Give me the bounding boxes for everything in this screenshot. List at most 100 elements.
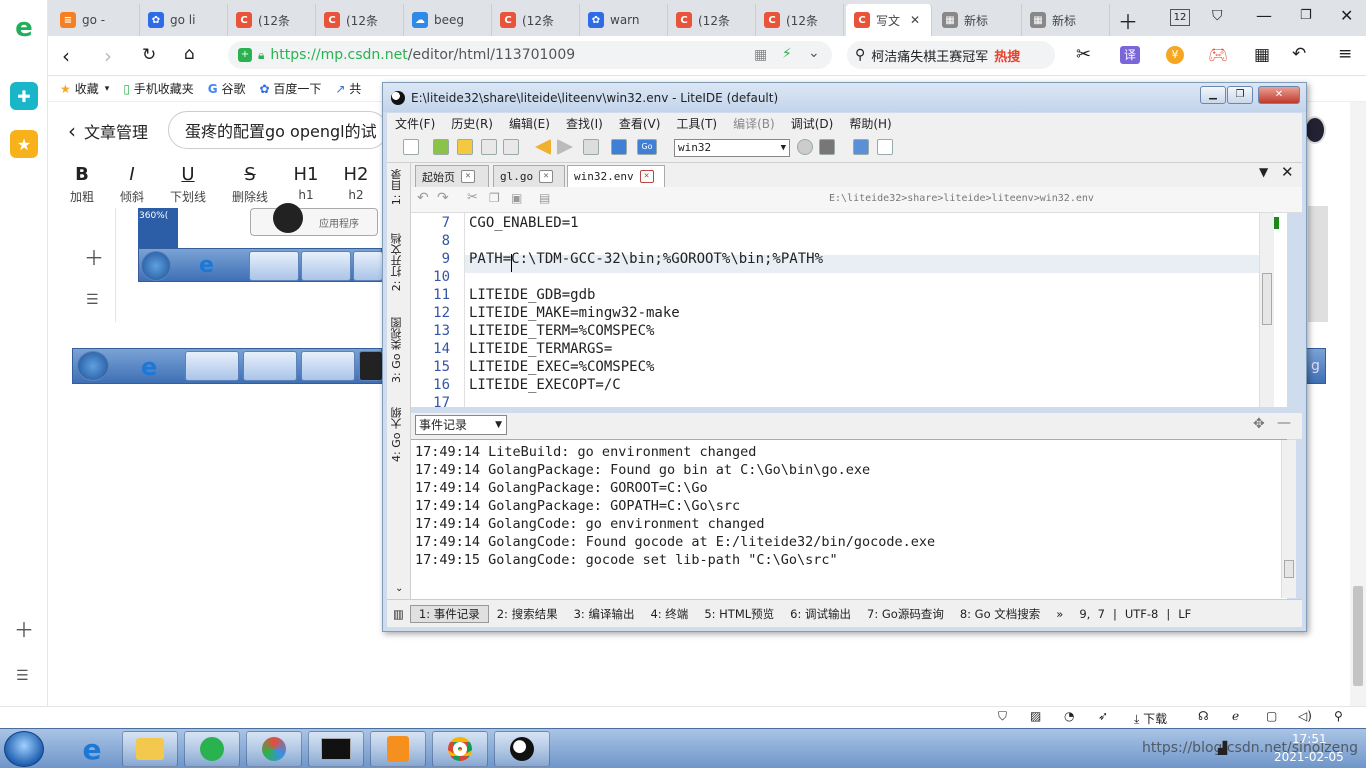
menu-tools[interactable]: 工具(T): [668, 115, 725, 132]
tab-3[interactable]: C (12条: [228, 4, 316, 36]
article-manage-link[interactable]: 文章管理: [84, 119, 148, 143]
taskbar-liteide[interactable]: [494, 731, 550, 767]
env-edit-icon[interactable]: [819, 139, 835, 155]
menu-build[interactable]: 编译(B): [725, 115, 783, 132]
game-icon[interactable]: 🎮︎: [1208, 45, 1228, 64]
volume-icon[interactable]: ◁): [1298, 709, 1312, 723]
add-block-icon[interactable]: ＋: [84, 242, 104, 271]
translate-icon[interactable]: 译: [1120, 46, 1140, 64]
address-bar[interactable]: + 🔒︎ https://mp.csdn.net/editor/html/113…: [228, 41, 832, 69]
tabs-dropdown-icon[interactable]: ▼: [1259, 165, 1268, 179]
new-tab-plus-icon[interactable]: ＋: [1118, 6, 1138, 35]
dock-tab-open-docs[interactable]: 2: 打开文档: [389, 233, 405, 291]
taskbar-browser[interactable]: [184, 731, 240, 767]
taskbar-sublime[interactable]: [370, 731, 426, 767]
settings-gear-icon[interactable]: [853, 139, 869, 155]
taskbar-ie[interactable]: e: [64, 731, 120, 767]
speedometer-icon[interactable]: ◔: [1064, 709, 1074, 723]
liteide-restore-button[interactable]: ❐: [1227, 86, 1253, 104]
dock-tab-directory[interactable]: 1: 目录: [389, 169, 405, 205]
liteide-close-button[interactable]: ✕: [1258, 86, 1300, 104]
open-folder-icon[interactable]: [457, 139, 473, 155]
taskbar-chrome[interactable]: [432, 731, 488, 767]
menu-view[interactable]: 查看(V): [611, 115, 669, 132]
strikethrough-button[interactable]: S 删除线: [228, 164, 272, 205]
ie-mode-icon[interactable]: ℯ: [1232, 709, 1239, 723]
tab-start-page[interactable]: 起始页 ✕: [415, 165, 489, 187]
reload-icon[interactable]: ↻: [142, 45, 156, 65]
paste-icon[interactable]: ▣: [511, 191, 522, 205]
editor-scrollbar[interactable]: [1259, 213, 1274, 407]
tab-10-active[interactable]: C 写文 ✕: [846, 4, 932, 36]
dock-tab-class-view[interactable]: 3: Go 类视图: [389, 317, 405, 383]
avatar[interactable]: [1304, 116, 1326, 144]
tab-4[interactable]: C (12条: [316, 4, 404, 36]
panel-toggle-icon[interactable]: ▥: [387, 607, 410, 621]
tools-icon[interactable]: [583, 139, 599, 155]
home-icon[interactable]: [611, 139, 627, 155]
status-tab-build[interactable]: 3: 编译输出: [566, 606, 643, 622]
event-log[interactable]: 17:49:14 LiteBuild: go environment chang…: [411, 439, 1296, 599]
qr-icon[interactable]: ▦: [754, 47, 767, 63]
chevron-down-icon[interactable]: ⌄: [808, 45, 820, 61]
dock-more-icon[interactable]: ⌄: [395, 583, 403, 594]
refresh-env-icon[interactable]: [797, 139, 813, 155]
download-button[interactable]: ⤓ 下载: [1134, 710, 1167, 727]
menu-icon[interactable]: ≡: [1338, 44, 1352, 64]
bookmark-mobile[interactable]: ▯ 手机收藏夹: [123, 80, 193, 97]
bolt-icon[interactable]: ⚡: [782, 46, 792, 62]
file-breadcrumb[interactable]: E:\liteide32>share>liteide>liteenv>win32…: [829, 193, 1094, 204]
page-list-icon[interactable]: ☰: [16, 668, 29, 684]
status-tab-go-docs[interactable]: 8: Go 文档搜索: [952, 606, 1048, 622]
plus-app-icon[interactable]: ✚: [10, 82, 38, 110]
image-icon[interactable]: ▨: [1030, 709, 1041, 723]
tray-network-icon[interactable]: ▟: [1218, 741, 1227, 755]
status-tab-terminal[interactable]: 4: 终端: [642, 606, 696, 622]
bookmark-shared[interactable]: ↗ 共: [335, 80, 361, 97]
liteide-minimize-button[interactable]: ▁: [1200, 86, 1226, 104]
clock-time[interactable]: 17:51: [1292, 732, 1327, 746]
shield-icon[interactable]: ⛉: [998, 709, 1007, 724]
dropdown-icon[interactable]: ▾: [105, 84, 110, 94]
tab-gl-go[interactable]: gl.go ✕: [493, 165, 565, 187]
tab-11[interactable]: ▦ 新标: [934, 4, 1022, 36]
open-file-icon[interactable]: [433, 139, 449, 155]
tab-counter[interactable]: 12: [1170, 9, 1190, 26]
bookmark-google[interactable]: G 谷歌: [208, 80, 246, 97]
tab-1[interactable]: ≡ go -: [52, 4, 140, 36]
lock-icon[interactable]: ▤: [539, 191, 550, 205]
env-select[interactable]: win32 ▼: [674, 139, 790, 157]
bookmark-favorites[interactable]: 收藏: [75, 80, 99, 97]
browser-logo-icon[interactable]: e: [10, 13, 38, 43]
h2-button[interactable]: H2 h2: [334, 164, 378, 202]
menu-edit[interactable]: 编辑(E): [501, 115, 558, 132]
code-editor[interactable]: 7 8 9 10 11 12 13 14 15 16 17 CGO_ENABLE…: [411, 213, 1287, 407]
bookmark-baidu[interactable]: ✿ 百度一下: [259, 80, 321, 97]
close-tab-icon[interactable]: ✕: [539, 170, 554, 183]
clock-date[interactable]: 2021-02-05: [1274, 750, 1344, 764]
menu-history[interactable]: 历史(R): [443, 115, 501, 132]
taskbar-cloud[interactable]: [246, 731, 302, 767]
scroll-thumb[interactable]: [1284, 560, 1294, 578]
minimize-panel-icon[interactable]: —: [1277, 415, 1291, 431]
undo-icon[interactable]: ↶: [1292, 44, 1306, 64]
restore-icon[interactable]: ❐: [1300, 8, 1312, 23]
cut-icon[interactable]: ✂: [467, 190, 478, 205]
search-box[interactable]: ⚲ 柯洁痛失棋王赛冠军 热搜: [847, 41, 1055, 69]
menu-help[interactable]: 帮助(H): [841, 115, 899, 132]
start-button[interactable]: [4, 731, 44, 767]
home-icon[interactable]: ⌂: [184, 44, 195, 64]
scroll-thumb[interactable]: [1353, 586, 1363, 686]
h1-button[interactable]: H1 h1: [284, 164, 328, 202]
log-scrollbar[interactable]: [1281, 440, 1296, 598]
undo-icon[interactable]: ↶: [417, 190, 429, 206]
tab-5[interactable]: ☁ beeg: [404, 4, 492, 36]
status-tab-search[interactable]: 2: 搜索结果: [489, 606, 566, 622]
page-add-icon[interactable]: ＋: [14, 614, 34, 643]
log-type-select[interactable]: 事件记录 ▼: [415, 415, 507, 435]
back-arrow-icon[interactable]: [535, 139, 551, 155]
tab-9[interactable]: C (12条: [756, 4, 844, 36]
encoding[interactable]: UTF-8: [1117, 607, 1167, 621]
forward-icon[interactable]: ›: [104, 44, 112, 68]
forward-arrow-icon[interactable]: [557, 139, 573, 155]
